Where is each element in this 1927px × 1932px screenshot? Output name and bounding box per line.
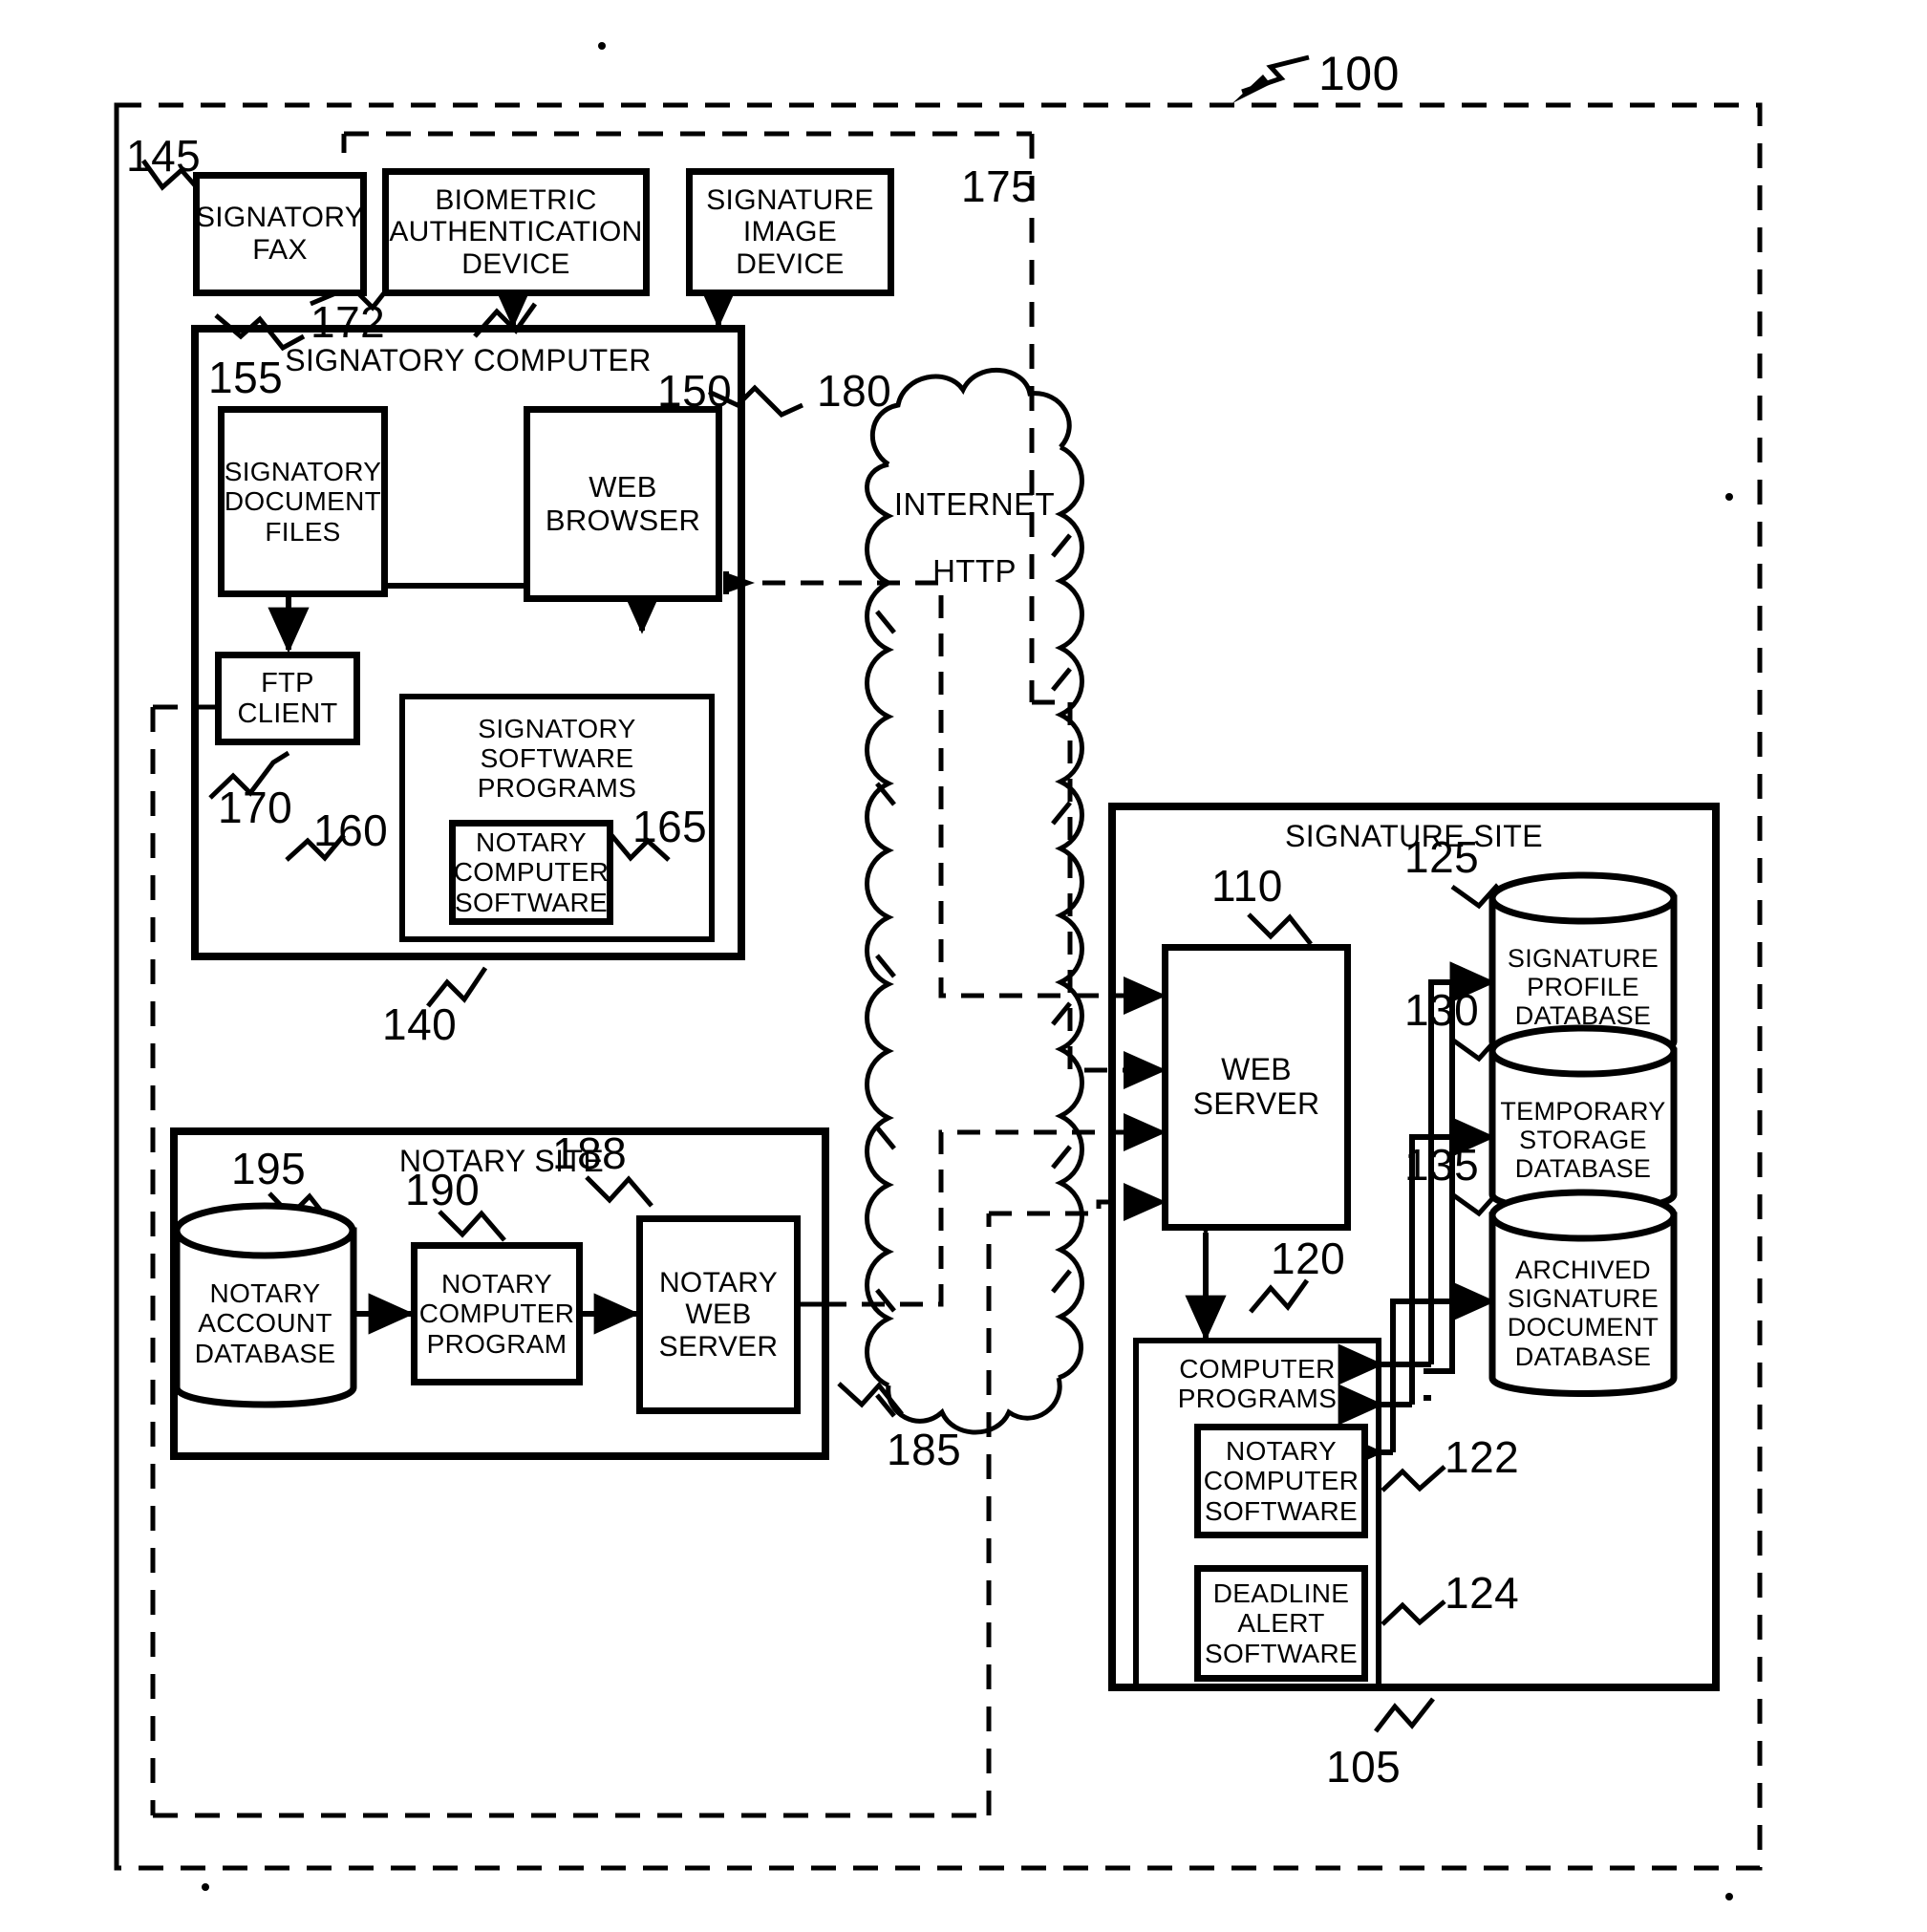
computer-programs-title: COMPUTER PROGRAMS: [1177, 1354, 1338, 1413]
internet-cloud-label: INTERNET: [893, 486, 1056, 522]
notary-account-database[interactable]: NOTARY ACCOUNT DATABASE: [177, 1231, 353, 1410]
notary-web-server-box[interactable]: NOTARY WEB SERVER: [636, 1215, 801, 1414]
ref-100: 100: [1318, 47, 1400, 100]
notary-account-database-label: NOTARY ACCOUNT DATABASE: [194, 1278, 336, 1368]
patent-figure: 100 145 175 172 155 150 180 170 160 165 …: [0, 0, 1927, 1932]
ref-145: 145: [126, 131, 202, 181]
ref-140: 140: [382, 999, 458, 1049]
deadline-alert-software-box[interactable]: DEADLINE ALERT SOFTWARE: [1194, 1565, 1368, 1682]
http-cloud-label: HTTP: [932, 553, 1017, 589]
temporary-storage-database[interactable]: TEMPORARY STORAGE DATABASE: [1492, 1051, 1674, 1215]
ref-105: 105: [1326, 1742, 1402, 1792]
ref-185: 185: [887, 1425, 962, 1474]
notary-computer-software-site-box[interactable]: NOTARY COMPUTER SOFTWARE: [1194, 1424, 1368, 1538]
notary-computer-software-signatory-box[interactable]: NOTARY COMPUTER SOFTWARE: [449, 820, 613, 925]
notary-site-title: NOTARY SITE: [398, 1144, 605, 1178]
internet-cloud: [865, 367, 1084, 1435]
signatory-computer-title: SIGNATORY COMPUTER: [285, 343, 652, 377]
signatory-software-programs-title: SIGNATORY SOFTWARE PROGRAMS: [477, 714, 637, 803]
signature-image-device-box[interactable]: SIGNATURE IMAGE DEVICE: [686, 168, 894, 296]
ref-180: 180: [817, 366, 892, 416]
ftp-client-box[interactable]: FTP CLIENT: [215, 652, 360, 745]
signatory-fax-box[interactable]: SIGNATORY FAX: [193, 172, 367, 296]
signatory-document-files-box[interactable]: SIGNATORY DOCUMENT FILES: [218, 406, 388, 597]
flow-browser-to-webserver: [724, 580, 1167, 1015]
signature-profile-database[interactable]: SIGNATURE PROFILE DATABASE: [1492, 898, 1674, 1063]
web-server-box[interactable]: WEB SERVER: [1162, 944, 1351, 1231]
temporary-storage-database-label: TEMPORARY STORAGE DATABASE: [1500, 1097, 1666, 1184]
signature-site-title: SIGNATURE SITE: [1285, 819, 1543, 853]
web-browser-box[interactable]: WEB BROWSER: [524, 406, 722, 602]
biometric-authentication-device-box[interactable]: BIOMETRIC AUTHENTICATION DEVICE: [382, 168, 650, 296]
archived-signature-document-database[interactable]: ARCHIVED SIGNATURE DOCUMENT DATABASE: [1492, 1215, 1674, 1399]
archived-signature-document-database-label: ARCHIVED SIGNATURE DOCUMENT DATABASE: [1507, 1256, 1659, 1371]
ref-175: 175: [961, 161, 1037, 211]
signature-profile-database-label: SIGNATURE PROFILE DATABASE: [1507, 944, 1659, 1031]
notary-computer-program-box[interactable]: NOTARY COMPUTER PROGRAM: [411, 1242, 583, 1385]
